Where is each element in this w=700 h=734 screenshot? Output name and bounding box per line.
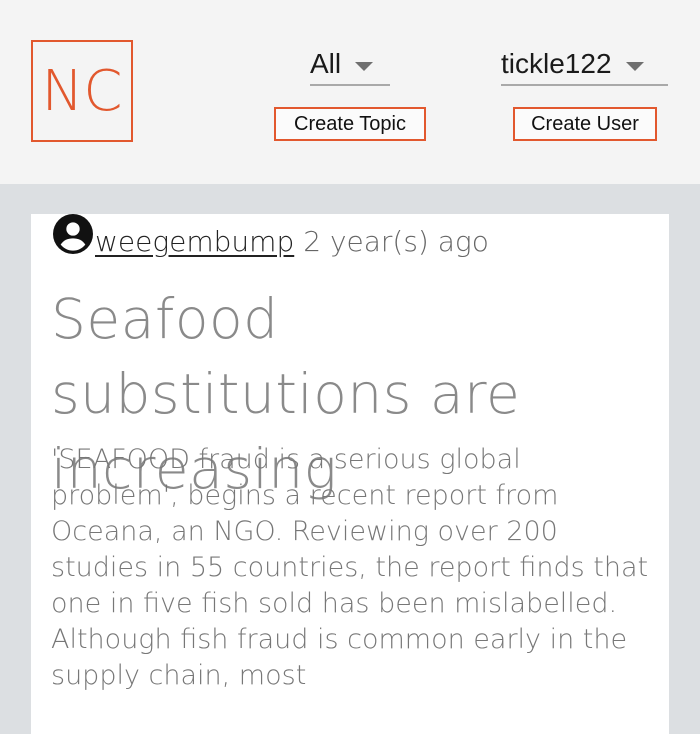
author-link[interactable]: weegembump [95,225,294,258]
user-select[interactable]: tickle122 [501,44,668,86]
topic-select-value: All [310,48,342,79]
create-user-label: Create User [531,112,639,135]
logo[interactable]: NC [31,40,133,142]
account-circle-icon[interactable] [53,214,93,254]
top-bar: NC All tickle122 Create Topic Create Use… [0,0,700,184]
create-topic-button[interactable]: Create Topic [274,107,426,141]
post-time: 2 year(s) ago [303,224,489,258]
logo-text: NC [41,58,123,124]
create-user-button[interactable]: Create User [513,107,657,141]
article-body: 'SEAFOOD fraud is a serious global probl… [51,444,649,691]
caret-down-icon [355,61,374,71]
topic-select[interactable]: All [310,44,390,86]
article-card[interactable]: weegembump 2 year(s) ago Seafood substit… [31,214,669,734]
caret-down-icon [625,61,644,71]
user-select-value: tickle122 [501,48,612,79]
create-topic-label: Create Topic [294,112,406,135]
article-meta: weegembump 2 year(s) ago [53,214,489,266]
